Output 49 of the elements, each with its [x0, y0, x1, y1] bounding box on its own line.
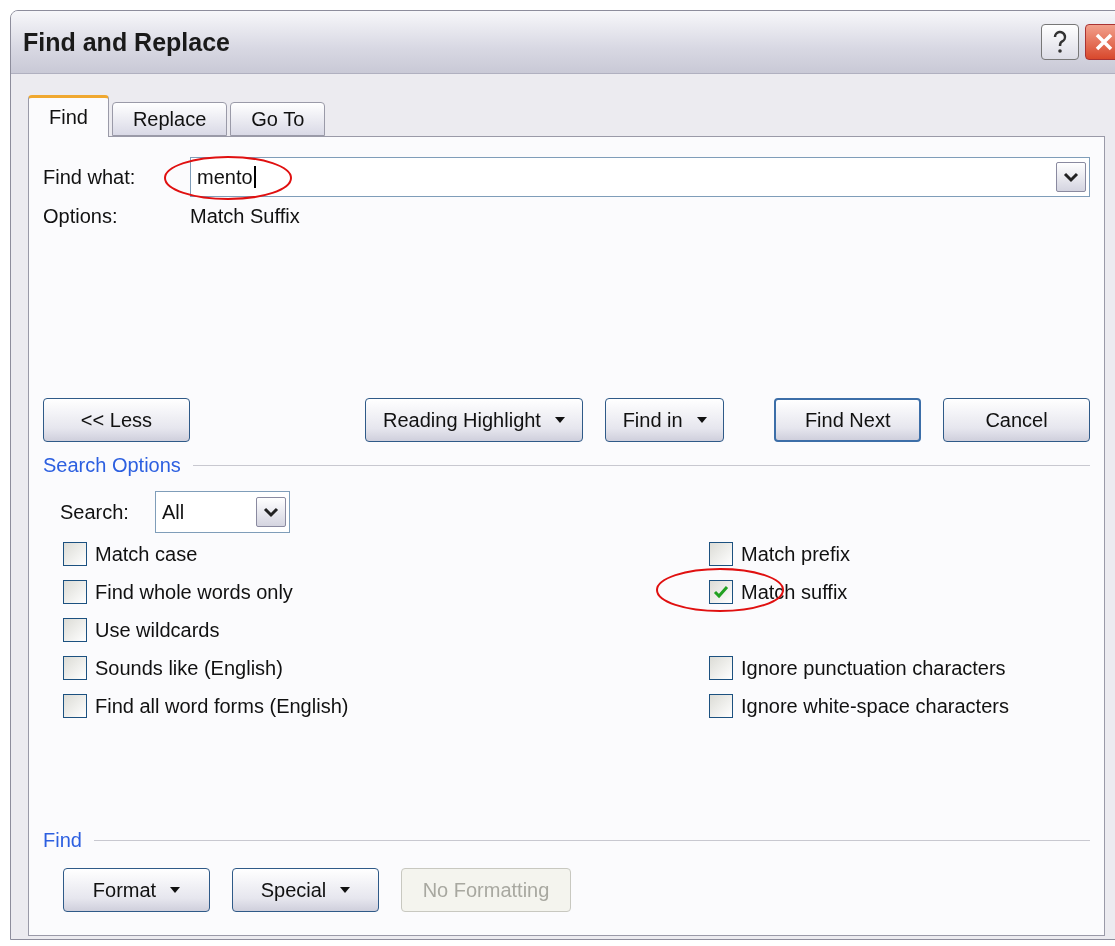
tab[interactable]: Find — [28, 95, 109, 137]
checkbox-label: Match prefix — [741, 542, 850, 566]
checkbox[interactable] — [63, 618, 87, 642]
dialog-button[interactable]: Format — [63, 868, 210, 912]
caret-icon — [340, 887, 351, 893]
dialog-button[interactable]: Find Next — [774, 398, 922, 442]
checkbox[interactable] — [709, 542, 733, 566]
checkbox-label: Find all word forms (English) — [95, 694, 349, 718]
checkbox[interactable] — [709, 694, 733, 718]
search-select[interactable]: All — [155, 491, 290, 533]
tab[interactable]: Replace — [111, 102, 228, 136]
checkbox[interactable] — [709, 656, 733, 680]
tab[interactable]: Go To — [230, 102, 326, 136]
dropdown-button[interactable] — [256, 497, 286, 527]
field-label: Find what: — [43, 165, 137, 189]
checkbox-label: Find whole words only — [95, 580, 293, 604]
close-button[interactable] — [1085, 24, 1115, 60]
help-button[interactable] — [1041, 24, 1079, 60]
checkbox-label: Ignore punctuation characters — [741, 656, 1006, 680]
section-title: Search Options — [43, 454, 181, 477]
dialog-button[interactable]: Cancel — [943, 398, 1090, 442]
close-icon — [1094, 32, 1114, 52]
chevron-down-icon — [1063, 171, 1079, 183]
checkbox[interactable] — [63, 694, 87, 718]
question-icon — [1052, 30, 1068, 54]
checkbox-label: Ignore white-space characters — [741, 694, 1009, 718]
section-title: Find — [43, 829, 82, 852]
checkbox-label: Sounds like (English) — [95, 656, 283, 680]
chevron-down-icon — [263, 506, 279, 518]
dialog-button[interactable]: Find in — [605, 398, 725, 442]
options-value: Match Suffix — [190, 205, 300, 228]
checkbox-label: Use wildcards — [95, 618, 220, 642]
checkbox[interactable] — [63, 580, 87, 604]
dropdown-button[interactable] — [1056, 162, 1086, 192]
dialog-button[interactable]: << Less — [43, 398, 190, 442]
dialog-button[interactable]: Reading Highlight — [364, 398, 584, 442]
check-icon — [713, 585, 729, 599]
checkbox-label: Match case — [95, 542, 198, 566]
checkbox[interactable] — [709, 580, 733, 604]
caret-icon — [170, 887, 181, 893]
caret-icon — [554, 417, 565, 423]
checkbox[interactable] — [63, 656, 87, 680]
caret-icon — [696, 417, 707, 423]
window-title: Find and Replace — [23, 27, 231, 57]
dialog-button[interactable]: Special — [232, 868, 379, 912]
search-label: Search: — [60, 500, 130, 524]
find-what-field[interactable]: mento — [190, 157, 1090, 197]
checkbox[interactable] — [63, 542, 87, 566]
options-label: Options: — [43, 205, 119, 228]
